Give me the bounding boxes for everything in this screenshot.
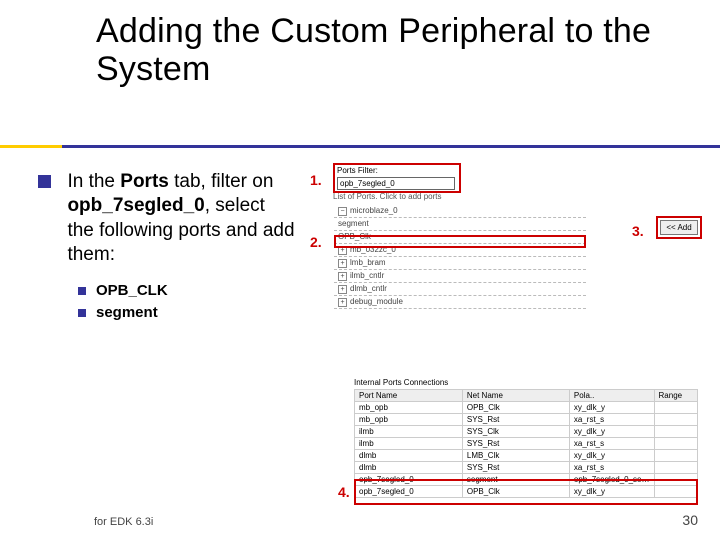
list-item[interactable]: segment — [334, 218, 586, 231]
sub-a: OPB_CLK — [96, 282, 168, 299]
list-item: +mb_032zc_0 — [334, 244, 586, 257]
ports-filter-label: Ports Filter: — [337, 166, 457, 175]
bullet-icon — [38, 175, 51, 188]
list-item: +dlmb_cntlr — [334, 283, 586, 296]
sub-b: segment — [96, 304, 158, 321]
col-range: Range — [654, 390, 697, 402]
lead-mid1: tab, filter on — [169, 171, 274, 192]
footer-left: for EDK 6.3i — [94, 516, 153, 528]
ports-list[interactable]: −microblaze_0 segment OPB_Clk +mb_032zc_… — [334, 205, 586, 355]
list-item: +ilmb_cntlr — [334, 270, 586, 283]
sublist: OPB_CLK segment — [78, 281, 318, 321]
expand-icon[interactable]: + — [338, 259, 347, 268]
slide-title: Adding the Custom Peripheral to the Syst… — [18, 0, 702, 88]
ports-table: Port Name Net Name Pola.. Range mb_opbOP… — [354, 389, 698, 498]
lead-b1: Ports — [120, 171, 169, 192]
list-item: −microblaze_0 — [334, 205, 586, 218]
expand-icon[interactable]: + — [338, 285, 347, 294]
table-row: mb_opbOPB_Clkxy_dlk_y — [355, 402, 698, 414]
table-row: ilmbSYS_Clkxy_dlk_y — [355, 426, 698, 438]
list-item: +lmb_bram — [334, 257, 586, 270]
callout-3: 3. — [632, 223, 644, 239]
table-row: dlmbSYS_Rstxa_rst_s — [355, 462, 698, 474]
list-item: +debug_module — [334, 296, 586, 309]
lead-text: In the Ports tab, filter on opb_7segled_… — [67, 170, 295, 267]
collapse-icon[interactable]: − — [338, 207, 347, 216]
bullet-icon — [78, 287, 86, 295]
table-row: mb_opbSYS_Rstxa_rst_s — [355, 414, 698, 426]
expand-icon[interactable]: + — [338, 298, 347, 307]
bullet-icon — [78, 309, 86, 317]
accent-bar — [0, 145, 720, 148]
col-pola: Pola.. — [569, 390, 654, 402]
table-row: opb_7segled_0segmentopb_7segled_0_se… — [355, 474, 698, 486]
col-port: Port Name — [355, 390, 463, 402]
col-net: Net Name — [462, 390, 569, 402]
slide-number: 30 — [682, 512, 698, 528]
table-header-row: Port Name Net Name Pola.. Range — [355, 390, 698, 402]
ports-filter-box: Ports Filter: opb_7segled_0 — [333, 163, 461, 193]
ports-filter-input[interactable]: opb_7segled_0 — [337, 177, 455, 190]
lead-pre: In the — [67, 171, 120, 192]
table-row: opb_7segled_0OPB_Clkxy_dlk_y — [355, 486, 698, 498]
slide: Adding the Custom Peripheral to the Syst… — [0, 0, 720, 540]
body-content: In the Ports tab, filter on opb_7segled_… — [38, 170, 318, 325]
table-row: dlmbLMB_Clkxy_dlk_y — [355, 450, 698, 462]
expand-icon[interactable]: + — [338, 272, 347, 281]
internal-ports-screenshot: Internal Ports Connections Port Name Net… — [354, 378, 704, 506]
callout-2: 2. — [310, 234, 322, 250]
list-header: List of Ports. Click to add ports — [333, 192, 442, 201]
lead-b2: opb_7segled_0 — [67, 195, 204, 216]
list-item[interactable]: OPB_Clk — [334, 231, 586, 244]
expand-icon[interactable]: + — [338, 246, 347, 255]
callout-4: 4. — [338, 484, 350, 500]
table-row: ilmbSYS_Rstxa_rst_s — [355, 438, 698, 450]
table-title: Internal Ports Connections — [354, 378, 448, 387]
ports-filter-screenshot: Ports Filter: opb_7segled_0 List of Port… — [330, 163, 598, 359]
add-button[interactable]: << Add — [660, 220, 698, 235]
callout-1: 1. — [310, 172, 322, 188]
